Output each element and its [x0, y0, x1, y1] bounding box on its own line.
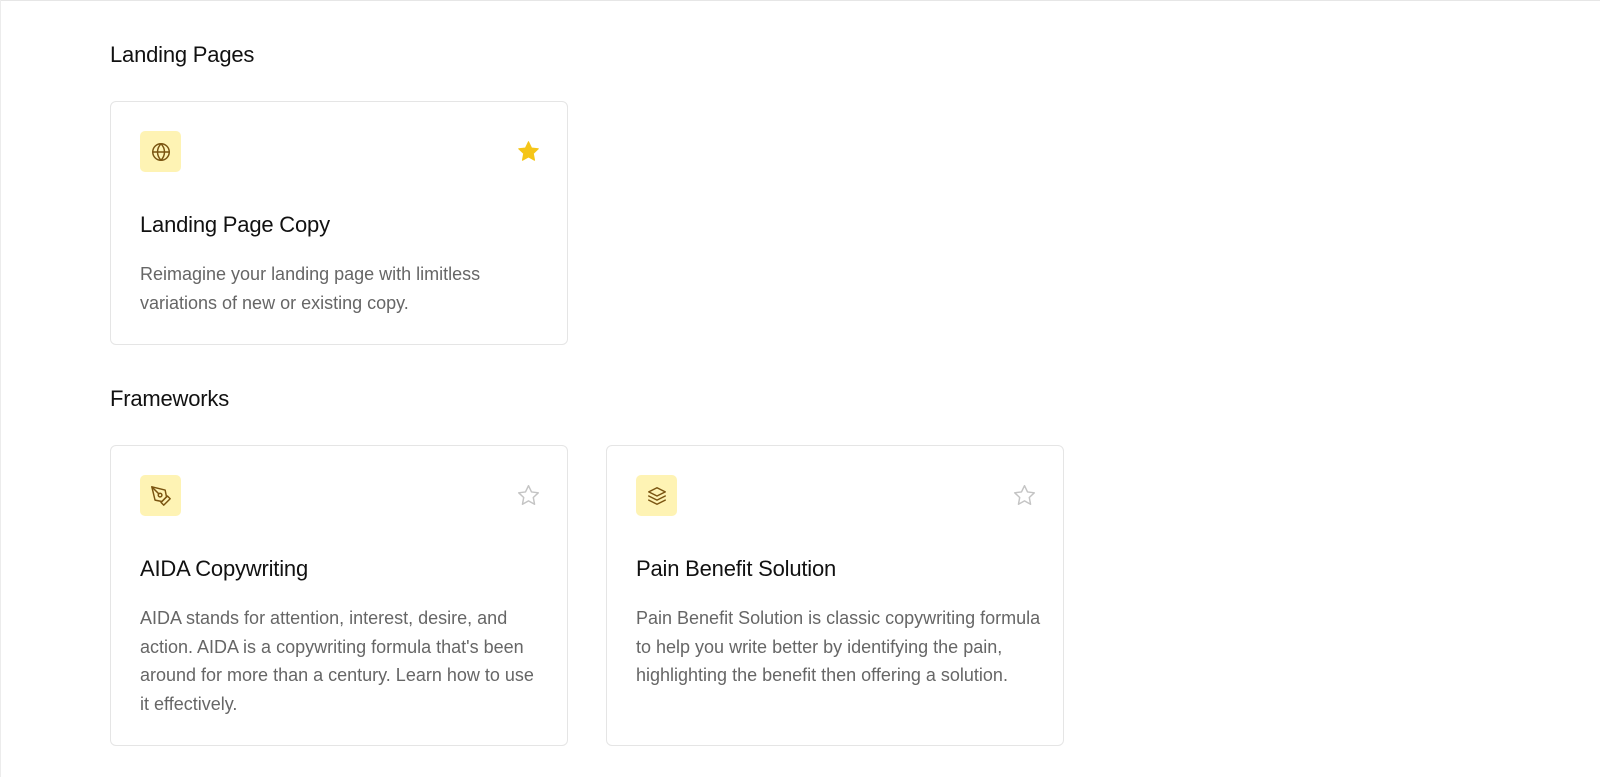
globe-icon: [140, 131, 181, 172]
card-description: Pain Benefit Solution is classic copywri…: [636, 608, 1041, 685]
section-title-frameworks: Frameworks: [110, 386, 230, 411]
card-title: Landing Page Copy: [140, 212, 330, 237]
left-border: [0, 0, 1, 777]
card-title: AIDA Copywriting: [140, 556, 308, 581]
star-icon-filled[interactable]: [515, 138, 541, 164]
top-border: [0, 0, 1600, 1]
card-title: Pain Benefit Solution: [636, 556, 837, 581]
pen-tool-icon: [140, 475, 181, 516]
template-card-aida-copywriting[interactable]: AIDA Copywriting AIDA stands for attenti…: [110, 445, 568, 746]
star-icon-outline[interactable]: [515, 482, 541, 508]
card-description: Reimagine your landing page with limitle…: [140, 264, 481, 313]
card-description: AIDA stands for attention, interest, des…: [140, 608, 534, 714]
template-card-landing-page-copy[interactable]: Landing Page Copy Reimagine your landing…: [110, 101, 568, 345]
template-card-pain-benefit-solution[interactable]: Pain Benefit Solution Pain Benefit Solut…: [606, 445, 1064, 746]
star-icon-outline[interactable]: [1011, 482, 1037, 508]
section-title-landing-pages: Landing Pages: [110, 42, 255, 67]
layers-icon: [636, 475, 677, 516]
